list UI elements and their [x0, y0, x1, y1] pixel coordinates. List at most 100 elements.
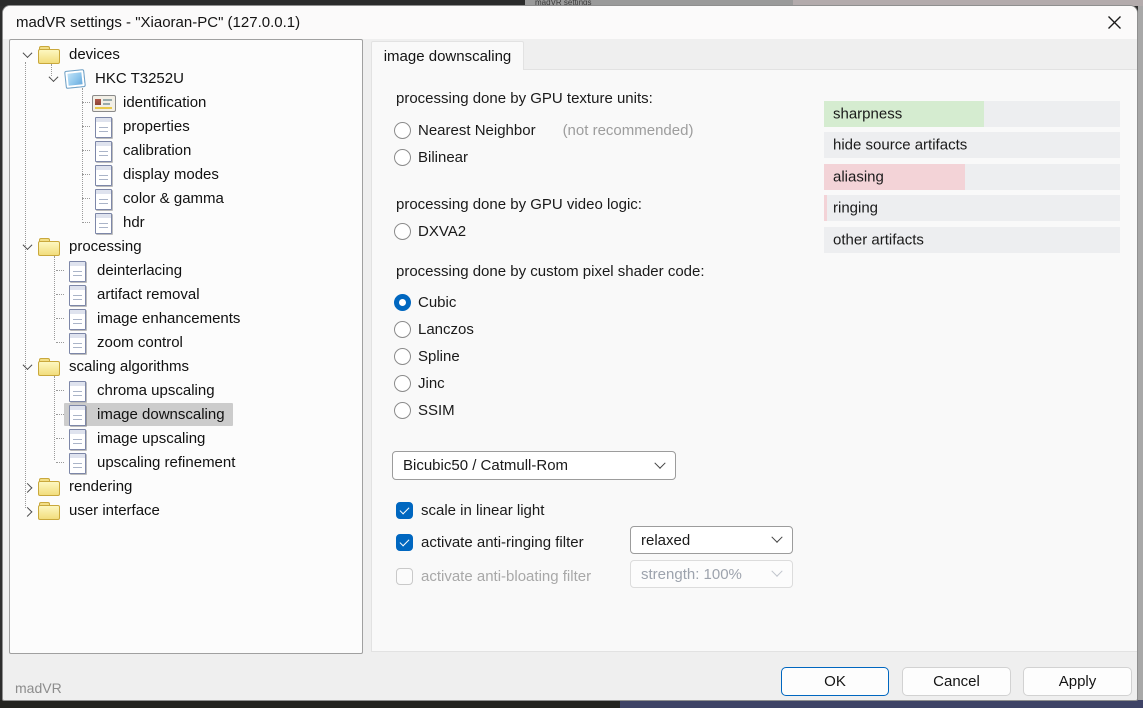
chevron-down-icon[interactable] [18, 46, 36, 62]
page-icon [92, 165, 114, 184]
tree-item-label: calibration [123, 142, 191, 159]
radio-jinc[interactable]: Jinc [394, 373, 445, 393]
ok-button[interactable]: OK [781, 667, 889, 696]
tree-item-upscaling-refinement[interactable]: upscaling refinement [10, 450, 362, 474]
folder-icon [38, 357, 60, 376]
tree-connector [56, 438, 64, 439]
tree-item-image-downscaling[interactable]: image downscaling [10, 402, 362, 426]
page-icon [66, 261, 88, 280]
tree-item-processing[interactable]: processing [10, 234, 362, 258]
chevron-down-icon [654, 457, 665, 468]
radio-icon [394, 223, 411, 240]
chevron-down-icon[interactable] [18, 238, 36, 254]
tree-connector [56, 342, 64, 343]
chevron-down-icon[interactable] [44, 70, 62, 86]
radio-icon [394, 122, 411, 139]
display-icon [64, 69, 86, 88]
tree-connector [56, 270, 64, 271]
tree-item-chroma-upscaling[interactable]: chroma upscaling [10, 378, 362, 402]
tree-item-hdr[interactable]: hdr [10, 210, 362, 234]
tree-item-properties[interactable]: properties [10, 114, 362, 138]
page-icon [66, 405, 88, 424]
page-icon [92, 117, 114, 136]
radio-nearest-neighbor[interactable]: Nearest Neighbor (not recommended) [394, 120, 693, 140]
radio-label: Spline [418, 348, 460, 365]
quality-label: hide source artifacts [833, 137, 967, 154]
quality-row-hide-source-artifacts: hide source artifacts [824, 132, 1120, 158]
tab-image-downscaling[interactable]: image downscaling [371, 41, 524, 70]
page-icon [92, 213, 114, 232]
not-recommended-note: (not recommended) [563, 122, 694, 139]
radio-bilinear[interactable]: Bilinear [394, 147, 468, 167]
tree-connector [82, 198, 90, 199]
close-icon [1107, 15, 1122, 30]
tree-connector [82, 222, 90, 223]
tree-item-identification[interactable]: identification [10, 90, 362, 114]
page-icon [66, 381, 88, 400]
page-icon [92, 141, 114, 160]
close-button[interactable] [1091, 6, 1137, 39]
chevron-down-icon[interactable] [18, 358, 36, 374]
radio-label: Bilinear [418, 149, 468, 166]
tree-item-image-enhancements[interactable]: image enhancements [10, 306, 362, 330]
tree-item-artifact-removal[interactable]: artifact removal [10, 282, 362, 306]
tree-connector [82, 126, 90, 127]
checkbox-label: activate anti-ringing filter [421, 534, 584, 551]
radio-label: SSIM [418, 402, 455, 419]
page-icon [66, 285, 88, 304]
tree-item-devices[interactable]: devices [10, 42, 362, 66]
downscaling-algorithm-combobox[interactable]: Bicubic50 / Catmull-Rom [392, 451, 676, 480]
checkbox-scale-linear-light[interactable]: scale in linear light [396, 500, 544, 520]
chevron-down-icon [771, 532, 782, 543]
folder-icon [38, 237, 60, 256]
tree-item-image-upscaling[interactable]: image upscaling [10, 426, 362, 450]
tree-item-zoom-control[interactable]: zoom control [10, 330, 362, 354]
tree-connector [56, 318, 64, 319]
radio-ssim[interactable]: SSIM [394, 400, 455, 420]
tree-item-label: chroma upscaling [97, 382, 215, 399]
radio-dxva2[interactable]: DXVA2 [394, 221, 466, 241]
quality-label: other artifacts [833, 232, 924, 249]
page-icon [66, 453, 88, 472]
tree-connector [56, 414, 64, 415]
checkbox-anti-bloating-filter[interactable]: activate anti-bloating filter [396, 566, 591, 586]
radio-cubic[interactable]: Cubic [394, 292, 456, 312]
tree-item-scaling-algorithms[interactable]: scaling algorithms [10, 354, 362, 378]
radio-label: DXVA2 [418, 223, 466, 240]
tree-item-user-interface[interactable]: user interface [10, 498, 362, 522]
tree-item-deinterlacing[interactable]: deinterlacing [10, 258, 362, 282]
tree-item-rendering[interactable]: rendering [10, 474, 362, 498]
title-bar: madVR settings - "Xiaoran-PC" (127.0.0.1… [3, 6, 1137, 39]
combobox-value: Bicubic50 / Catmull-Rom [403, 457, 568, 474]
folder-icon [38, 45, 60, 64]
tree-item-label: artifact removal [97, 286, 200, 303]
background-window-bottom-blue [620, 700, 1143, 708]
chevron-right-icon[interactable] [18, 478, 36, 494]
checkbox-label: scale in linear light [421, 502, 544, 519]
tree-connector [56, 462, 64, 463]
radio-spline[interactable]: Spline [394, 346, 460, 366]
background-window-right-strip [1138, 6, 1143, 700]
tree-item-label: identification [123, 94, 206, 111]
tree-connector [56, 390, 64, 391]
apply-button[interactable]: Apply [1023, 667, 1132, 696]
tree-item-label: zoom control [97, 334, 183, 351]
tree-item-hkc-t3252u[interactable]: HKC T3252U [10, 66, 362, 90]
cancel-button[interactable]: Cancel [902, 667, 1011, 696]
quality-label: ringing [833, 200, 878, 217]
anti-ringing-mode-combobox[interactable]: relaxed [630, 526, 793, 554]
tree-item-label: scaling algorithms [69, 358, 189, 375]
tree-item-label: upscaling refinement [97, 454, 235, 471]
tree-item-display-modes[interactable]: display modes [10, 162, 362, 186]
quality-row-sharpness: sharpness [824, 101, 1120, 127]
tree-item-calibration[interactable]: calibration [10, 138, 362, 162]
page-icon [66, 429, 88, 448]
chevron-right-icon[interactable] [18, 502, 36, 518]
quality-label: aliasing [833, 169, 884, 186]
tree-connector [82, 150, 90, 151]
folder-icon [38, 501, 60, 520]
tree-item-color-gamma[interactable]: color & gamma [10, 186, 362, 210]
radio-lanczos[interactable]: Lanczos [394, 319, 474, 339]
radio-label: Jinc [418, 375, 445, 392]
checkbox-anti-ringing-filter[interactable]: activate anti-ringing filter [396, 532, 584, 552]
